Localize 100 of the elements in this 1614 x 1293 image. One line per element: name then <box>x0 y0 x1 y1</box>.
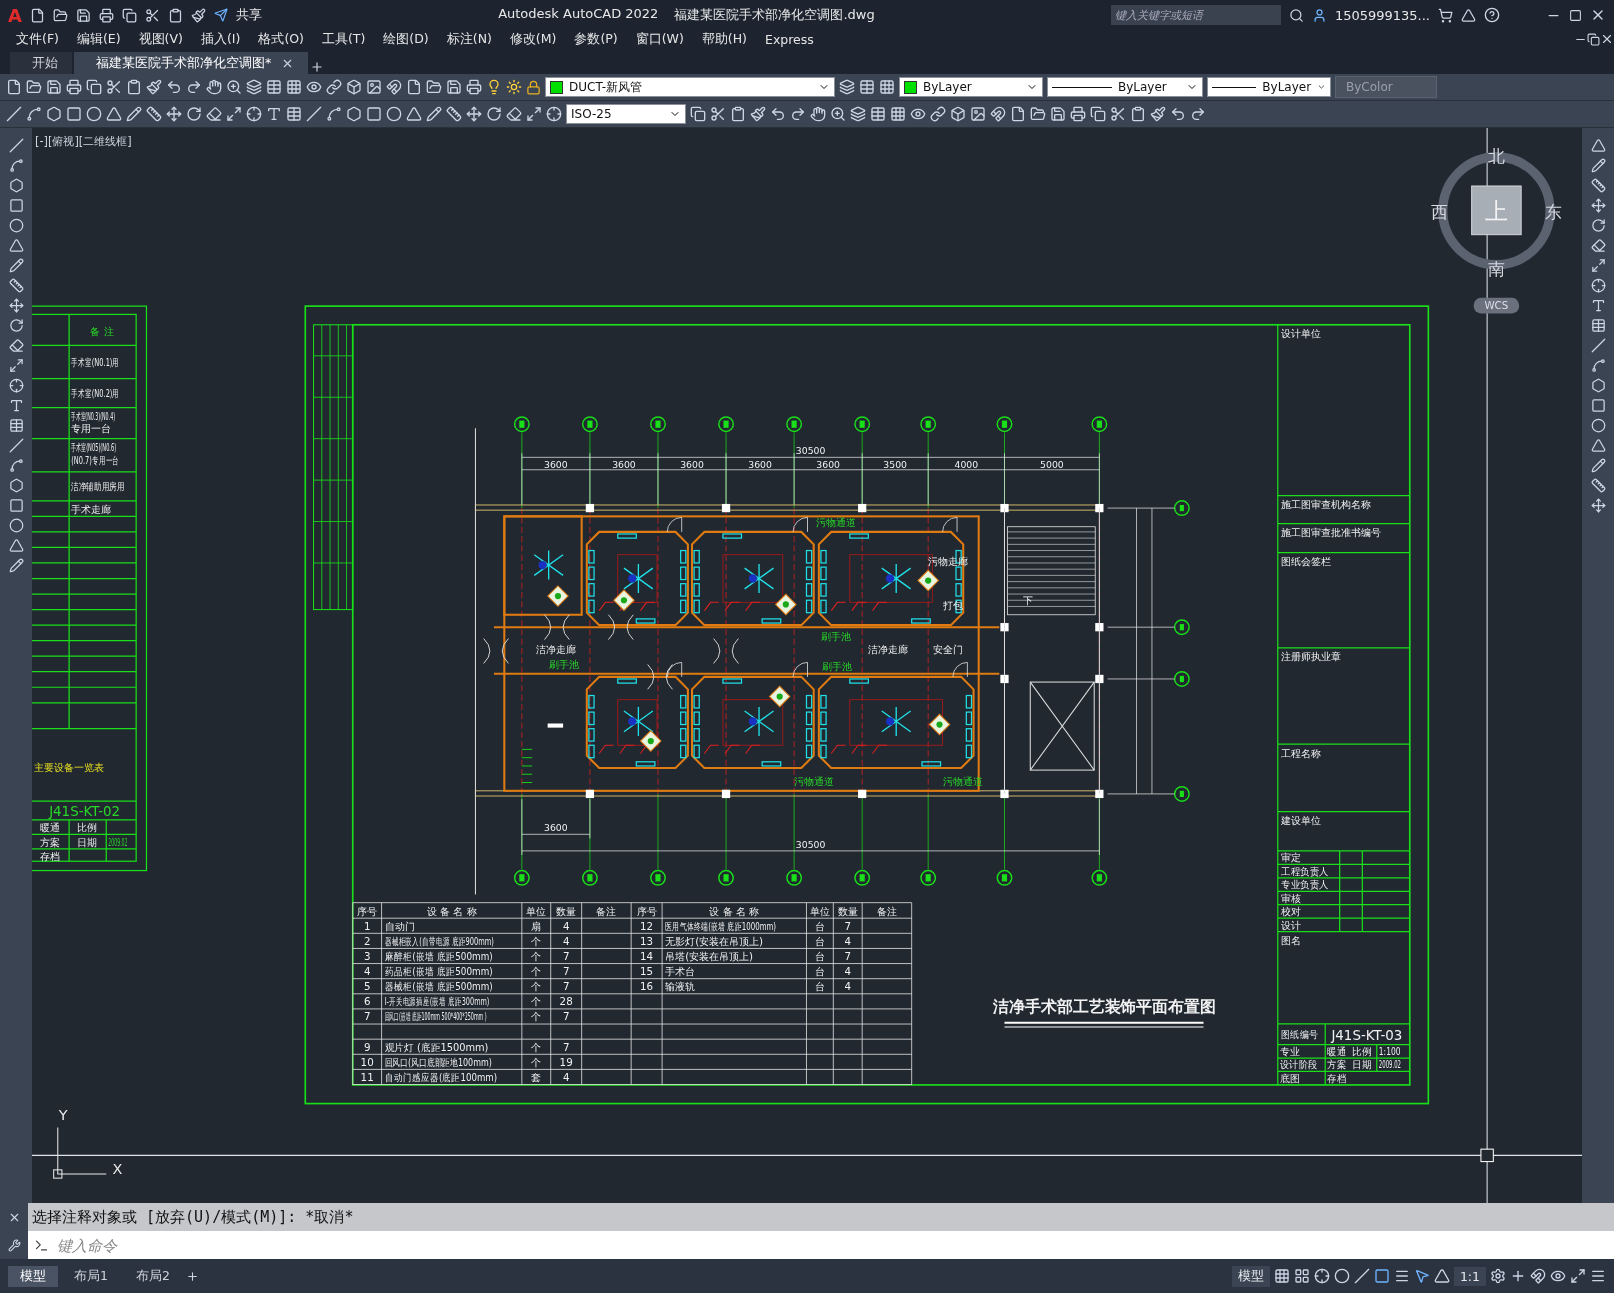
triangle-icon[interactable] <box>1590 138 1606 153</box>
image-icon[interactable] <box>970 106 986 122</box>
polygon-icon[interactable] <box>346 106 362 122</box>
brush-icon[interactable] <box>750 106 766 122</box>
line-icon[interactable] <box>8 138 24 153</box>
snap-icon[interactable] <box>1293 1268 1310 1284</box>
table-icon[interactable] <box>8 418 24 433</box>
curve-icon[interactable] <box>1590 358 1606 373</box>
printer-icon[interactable] <box>98 7 114 23</box>
rotate-icon[interactable] <box>186 106 202 122</box>
polygon-icon[interactable] <box>8 178 24 193</box>
undo-icon[interactable] <box>1170 106 1186 122</box>
triangle-icon[interactable] <box>1461 7 1476 23</box>
printer-icon[interactable] <box>466 79 482 95</box>
move-icon[interactable] <box>466 106 482 122</box>
circle-icon[interactable] <box>8 218 24 233</box>
text-icon[interactable] <box>8 398 24 413</box>
magnet-icon[interactable] <box>386 79 402 95</box>
polygon-icon[interactable] <box>46 106 62 122</box>
rotate-icon[interactable] <box>1590 218 1606 233</box>
polygon-icon[interactable] <box>8 478 24 493</box>
save-icon[interactable] <box>75 7 91 23</box>
grid-icon[interactable] <box>286 79 302 95</box>
fullscreen-icon[interactable] <box>1570 1268 1586 1284</box>
triangle-icon[interactable] <box>406 106 422 122</box>
layout-tab[interactable]: 模型 <box>8 1265 58 1287</box>
crosshair-icon[interactable] <box>246 106 262 122</box>
link-icon[interactable] <box>930 106 946 122</box>
file-icon[interactable] <box>29 7 45 23</box>
sun-icon[interactable] <box>506 79 522 95</box>
crosshair-icon[interactable] <box>546 106 562 122</box>
terminal-icon[interactable] <box>34 1237 49 1253</box>
pencil-icon[interactable] <box>8 258 24 273</box>
clipboard-icon[interactable] <box>730 106 746 122</box>
file-icon[interactable] <box>1010 106 1026 122</box>
undo-icon[interactable] <box>166 79 182 95</box>
menu-item[interactable]: 修改(M) <box>503 30 569 48</box>
line-icon[interactable] <box>6 106 22 122</box>
redo-icon[interactable] <box>1190 106 1206 122</box>
rotate-icon[interactable] <box>8 318 24 333</box>
redo-icon[interactable] <box>186 79 202 95</box>
user-name[interactable]: 1505999135... <box>1334 7 1430 23</box>
scale-icon[interactable] <box>526 106 542 122</box>
menu-item[interactable]: 工具(T) <box>315 30 378 48</box>
layout-tab[interactable]: 布局1 <box>62 1265 120 1287</box>
circle-icon[interactable] <box>1333 1268 1350 1284</box>
curve-icon[interactable] <box>326 106 342 122</box>
hand-icon[interactable] <box>810 106 826 122</box>
menu-item[interactable]: Express <box>759 31 826 47</box>
space-toggle[interactable]: 模型 <box>1231 1265 1270 1287</box>
maximize-icon[interactable] <box>1569 8 1582 22</box>
send-icon[interactable] <box>213 8 228 22</box>
polygon-icon[interactable] <box>1590 378 1606 393</box>
move-icon[interactable] <box>1590 498 1606 513</box>
image-icon[interactable] <box>366 79 382 95</box>
eye-icon[interactable] <box>306 79 322 95</box>
ruler-icon[interactable] <box>8 278 24 293</box>
table-icon[interactable] <box>286 106 302 122</box>
save-icon[interactable] <box>1050 106 1066 122</box>
lock-icon[interactable] <box>526 79 541 95</box>
ruler-icon[interactable] <box>446 106 462 122</box>
line-icon[interactable] <box>1590 338 1606 353</box>
triangle-icon[interactable] <box>8 238 24 253</box>
add-icon[interactable] <box>310 60 325 74</box>
scale-icon[interactable] <box>226 106 242 122</box>
grid-icon[interactable] <box>1273 1268 1290 1284</box>
curve-icon[interactable] <box>26 106 42 122</box>
circle-icon[interactable] <box>1590 418 1606 433</box>
save-icon[interactable] <box>46 79 62 95</box>
lightbulb-icon[interactable] <box>486 79 502 95</box>
line-icon[interactable] <box>8 438 24 453</box>
grid-icon[interactable] <box>879 79 895 95</box>
copy-icon[interactable] <box>1090 106 1106 122</box>
move-icon[interactable] <box>8 298 24 313</box>
menu-item[interactable]: 绘图(D) <box>377 30 441 48</box>
rectangle-icon[interactable] <box>66 106 82 122</box>
line-icon[interactable] <box>306 106 322 122</box>
eye-icon[interactable] <box>910 106 926 122</box>
cube-icon[interactable] <box>346 79 362 95</box>
menu-item[interactable]: 帮助(H) <box>695 30 759 48</box>
restore-icon[interactable] <box>1587 32 1600 46</box>
scissors-icon[interactable] <box>710 106 726 122</box>
scale-icon[interactable] <box>1590 258 1606 273</box>
rectangle-icon[interactable] <box>8 498 24 513</box>
folder-icon[interactable] <box>426 79 442 95</box>
dimension-style-dropdown[interactable]: ISO-25 <box>566 104 686 124</box>
move-icon[interactable] <box>166 106 182 122</box>
cart-icon[interactable] <box>1438 7 1453 23</box>
command-field[interactable]: 键入命令 <box>28 1231 1614 1259</box>
rectangle-icon[interactable] <box>366 106 382 122</box>
table-icon[interactable] <box>1590 318 1606 333</box>
copy-icon[interactable] <box>690 106 706 122</box>
layer-dropdown[interactable]: DUCT-新风管 <box>545 77 835 97</box>
curve-icon[interactable] <box>8 158 24 173</box>
circle-icon[interactable] <box>8 518 24 533</box>
brush-icon[interactable] <box>1150 106 1166 122</box>
table-icon[interactable] <box>859 79 875 95</box>
crosshair-icon[interactable] <box>1590 278 1606 293</box>
menu-item[interactable]: 标注(N) <box>440 30 504 48</box>
share-link[interactable]: 共享 <box>235 6 262 24</box>
